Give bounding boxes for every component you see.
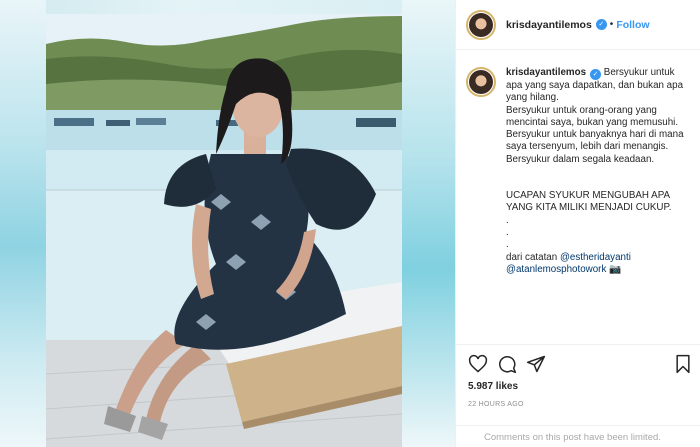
header-separator: • (609, 19, 614, 30)
comments-limited-notice: Comments on this post have been limited. (456, 425, 700, 447)
caption-line-8: . (506, 239, 509, 251)
mention-link-1[interactable]: @estheridayanti (560, 252, 631, 263)
post-side-panel: krisdayantilemos ✓ • Follow krisdayantil… (455, 0, 700, 447)
post-actions: 5.987 likes 22 HOURS AGO Comments on thi… (456, 344, 700, 447)
blurred-backdrop-right (402, 0, 455, 447)
caption-line-5: UCAPAN SYUKUR MENGUBAH APA YANG KITA MIL… (506, 190, 672, 214)
photo-illustration (46, 14, 402, 447)
blurred-backdrop-left (0, 0, 46, 447)
caption-line-7: . (506, 226, 509, 238)
credit-prefix: dari catatan (506, 251, 558, 263)
action-icon-row (468, 354, 693, 374)
caption-credit-2: @atanlemosphotowork 📷 (506, 264, 691, 276)
paper-plane-icon[interactable] (526, 354, 546, 374)
header-username[interactable]: krisdayantilemos (506, 19, 592, 31)
avatar[interactable] (466, 9, 496, 40)
post-media-area (0, 0, 455, 447)
comments-section: krisdayantilemos ✓ Bersyukur untuk apa ya… (456, 51, 700, 344)
verified-badge-icon: ✓ (590, 69, 602, 80)
caption-row: krisdayantilemos ✓ Bersyukur untuk apa ya… (466, 67, 691, 276)
caption-avatar[interactable] (466, 67, 496, 97)
like-count[interactable]: 5.987 likes (468, 381, 518, 392)
caption-text: krisdayantilemos ✓ Bersyukur untuk apa ya… (506, 67, 691, 276)
heart-icon[interactable] (468, 354, 488, 374)
caption-line-6: . (506, 214, 509, 226)
bookmark-icon[interactable] (673, 354, 693, 374)
comment-icon[interactable] (497, 354, 517, 374)
caption-line-2: Bersyukur untuk orang-orang yang mencint… (506, 104, 679, 128)
post-timestamp[interactable]: 22 HOURS AGO (468, 401, 524, 408)
caption-line-4: Bersyukur dalam segala keadaan. (506, 153, 655, 165)
caption-line-3: Bersyukur untuk banyaknya hari di mana s… (506, 129, 684, 153)
caption-username[interactable]: krisdayantilemos (506, 67, 586, 78)
camera-icon: 📷 (609, 263, 622, 275)
caption-credit: dari catatan @estheridayanti (506, 252, 691, 264)
post-photo[interactable] (46, 14, 402, 447)
follow-button[interactable]: Follow (616, 19, 649, 31)
post-header: krisdayantilemos ✓ • Follow (456, 0, 700, 50)
verified-badge-icon: ✓ (595, 19, 607, 30)
mention-link-2[interactable]: @atanlemosphotowork (506, 264, 606, 275)
